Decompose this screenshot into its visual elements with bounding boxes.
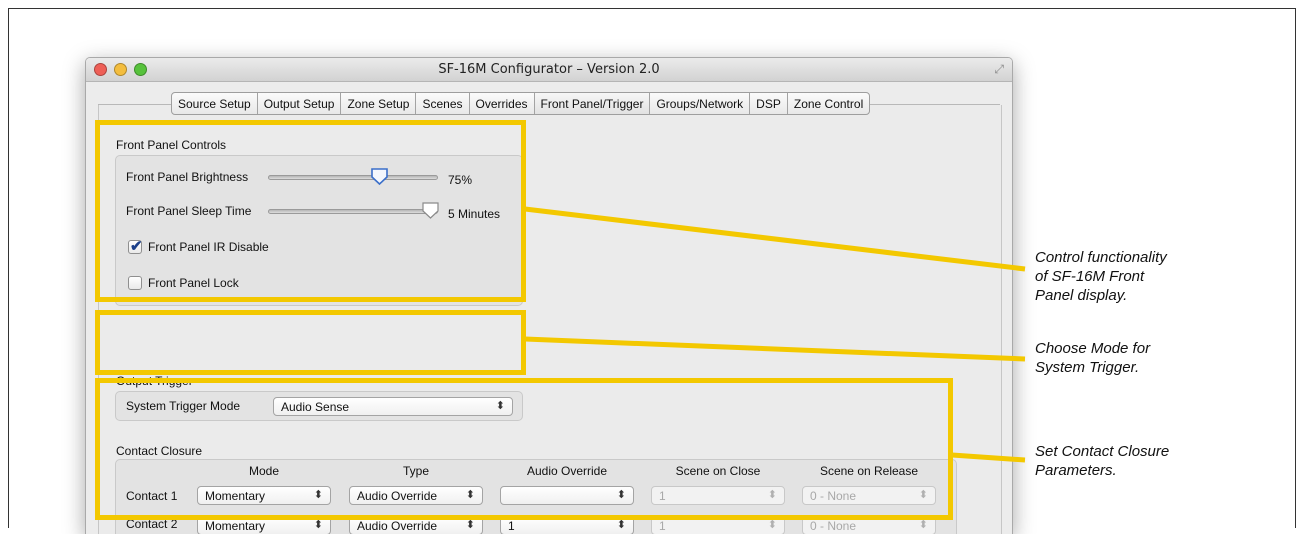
tab-bar: Source Setup Output Setup Zone Setup Sce… xyxy=(171,92,871,115)
tab-scenes[interactable]: Scenes xyxy=(416,93,470,114)
figure-frame: SF-16M Configurator – Version 2.0 ⤢ Fron… xyxy=(8,8,1296,534)
tab-zone-setup[interactable]: Zone Setup xyxy=(341,93,417,114)
trigger-callout: Choose Mode for System Trigger. xyxy=(1035,339,1150,377)
contact2-type-value: Audio Override xyxy=(357,519,438,533)
callout-line: Choose Mode for xyxy=(1035,340,1151,357)
contact2-scene-on-close-value: 1 xyxy=(659,519,666,533)
contact2-audio-override-value: 1 xyxy=(508,519,515,533)
tab-front-panel-trigger[interactable]: Front Panel/Trigger xyxy=(534,93,651,114)
callout-line: Control functionality xyxy=(1035,249,1167,266)
fullscreen-icon[interactable]: ⤢ xyxy=(994,62,1004,77)
callout-line: of SF-16M Front xyxy=(1035,268,1145,285)
callout-line: Parameters. xyxy=(1035,462,1117,479)
tab-overrides[interactable]: Overrides xyxy=(470,93,535,114)
window-title: SF-16M Configurator – Version 2.0 xyxy=(438,62,660,77)
tab-output-setup[interactable]: Output Setup xyxy=(258,93,342,114)
contact2-mode-value: Momentary xyxy=(205,519,266,533)
output-trigger-highlight xyxy=(95,310,526,375)
front-panel-callout: Control functionality of SF-16M Front Pa… xyxy=(1035,248,1167,305)
tab-groups-network[interactable]: Groups/Network xyxy=(650,93,751,114)
title-bar[interactable]: SF-16M Configurator – Version 2.0 ⤢ xyxy=(86,58,1012,82)
tab-dsp[interactable]: DSP xyxy=(750,93,788,114)
tab-zone-control[interactable]: Zone Control xyxy=(788,93,869,114)
contact-callout: Set Contact Closure Parameters. xyxy=(1035,442,1169,480)
callout-line: System Trigger. xyxy=(1035,359,1140,376)
contact2-scene-on-release-value: 0 - None xyxy=(810,519,857,533)
contact-closure-highlight xyxy=(95,378,953,520)
callout-line: Set Contact Closure xyxy=(1035,443,1170,460)
front-panel-highlight xyxy=(95,120,526,302)
tab-source-setup[interactable]: Source Setup xyxy=(172,93,258,114)
callout-line: Panel display. xyxy=(1035,287,1128,304)
